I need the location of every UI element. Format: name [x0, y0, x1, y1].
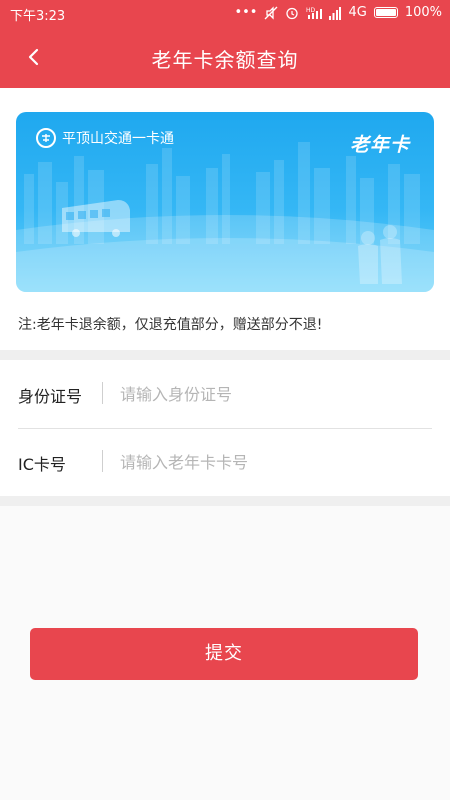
query-form: 身份证号 IC卡号	[0, 360, 450, 496]
bus-illustration	[62, 200, 130, 237]
id-number-label: 身份证号	[18, 387, 83, 406]
battery-icon	[373, 7, 398, 18]
ic-card-row: IC卡号	[0, 428, 450, 496]
section-divider	[0, 496, 450, 506]
signal-icon	[329, 6, 342, 20]
more-dots-icon: •••	[234, 5, 258, 20]
card-issuer-row: 平顶山交通一卡通	[36, 128, 174, 148]
submit-button[interactable]: 提交	[30, 628, 418, 680]
app-bar: 老年卡余额查询	[0, 26, 450, 88]
card-type: 老年卡	[349, 134, 410, 156]
senior-card-image: 平顶山交通一卡通 老年卡	[16, 112, 434, 292]
network-type: 4G	[348, 5, 367, 20]
alarm-icon	[286, 7, 299, 19]
hd-signal-icon: HD	[306, 7, 323, 19]
label-divider	[102, 382, 103, 404]
card-section: 平顶山交通一卡通 老年卡 注:老年卡退余额，仅退充值部分，赠送部分不退!	[0, 88, 450, 350]
svg-text:HD: HD	[306, 7, 316, 14]
label-divider	[102, 450, 103, 472]
refund-note: 注:老年卡退余额，仅退充值部分，赠送部分不退!	[18, 317, 323, 333]
section-divider	[0, 350, 450, 360]
id-number-row: 身份证号	[0, 360, 450, 428]
status-bar: 下午3:23 ••• HD 4G 100%	[0, 0, 450, 26]
card-issuer: 平顶山交通一卡通	[62, 131, 174, 147]
transit-logo-icon	[36, 128, 56, 148]
status-time: 下午3:23	[10, 9, 66, 24]
status-icons: ••• HD 4G 100%	[234, 5, 442, 20]
ic-card-label: IC卡号	[18, 455, 66, 474]
silent-icon	[265, 5, 278, 20]
page-title: 老年卡余额查询	[151, 48, 299, 72]
id-number-input[interactable]	[120, 378, 420, 410]
battery-level: 100%	[404, 5, 442, 20]
ic-card-input[interactable]	[120, 446, 420, 478]
